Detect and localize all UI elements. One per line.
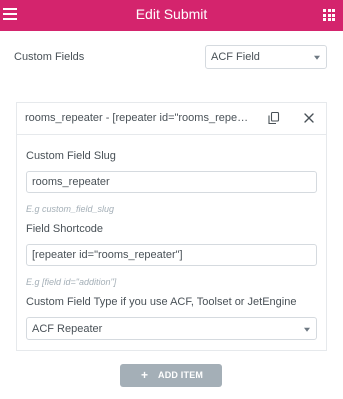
slug-input[interactable]: rooms_repeater [26, 171, 317, 193]
custom-fields-select-value: ACF Field [211, 51, 260, 63]
add-item-label: ADD ITEM [158, 370, 204, 380]
chevron-down-icon [314, 55, 320, 60]
shortcode-label: Field Shortcode [26, 223, 104, 235]
repeater-item-title: rooms_repeater - [repeater id="rooms_rep… [25, 112, 250, 124]
chevron-down-icon [304, 327, 310, 332]
plus-icon: + [141, 368, 149, 382]
grid-apps-icon[interactable] [323, 9, 335, 21]
shortcode-note: E.g [field id="addition"] [26, 277, 117, 287]
repeater-item-header[interactable]: rooms_repeater - [repeater id="rooms_rep… [16, 102, 327, 134]
repeater-item-body: Custom Field Slug rooms_repeater E.g cus… [16, 134, 327, 351]
field-type-select[interactable]: ACF Repeater [26, 317, 317, 340]
panel-header: Edit Submit [0, 0, 343, 31]
field-type-label: Custom Field Type if you use ACF, Toolse… [26, 296, 297, 308]
slug-input-value: rooms_repeater [32, 176, 110, 188]
slug-label: Custom Field Slug [26, 150, 116, 162]
slug-note: E.g custom_field_slug [26, 204, 115, 214]
panel-title: Edit Submit [135, 6, 208, 22]
shortcode-input[interactable]: [repeater id="rooms_repeater"] [26, 244, 317, 266]
add-item-button[interactable]: + ADD ITEM [120, 364, 222, 387]
custom-fields-label: Custom Fields [14, 51, 85, 63]
close-icon[interactable] [302, 111, 316, 125]
field-type-select-value: ACF Repeater [32, 322, 103, 335]
copy-icon[interactable] [268, 112, 280, 125]
shortcode-input-value: [repeater id="rooms_repeater"] [32, 249, 183, 261]
custom-fields-select[interactable]: ACF Field [205, 45, 327, 69]
